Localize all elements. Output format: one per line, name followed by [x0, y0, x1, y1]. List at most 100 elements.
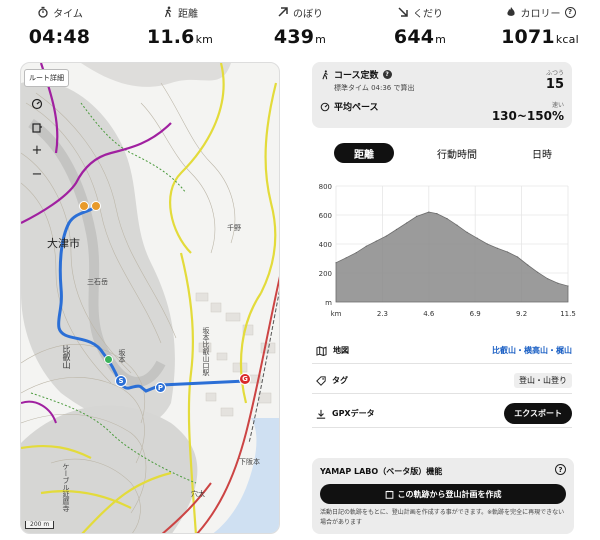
- course-title: コース定数: [334, 71, 379, 81]
- map-scale: 200 m: [25, 521, 55, 529]
- elevation-point: [476, 237, 478, 239]
- route-detail-button[interactable]: ルート詳細: [24, 69, 69, 87]
- map-label-hiei: 比叡山: [62, 345, 71, 369]
- stat-label: 距離: [178, 8, 198, 20]
- tag-icon: [316, 375, 326, 386]
- x-tick-label: 11.5: [560, 310, 576, 318]
- stat-value: 439: [273, 26, 315, 48]
- export-button[interactable]: エクスポート: [504, 403, 572, 424]
- stat-label: カロリー: [520, 8, 561, 20]
- stat-unit: km: [195, 33, 214, 46]
- x-tick-label: 2.3: [377, 310, 388, 318]
- map-row-label: 地図: [333, 346, 349, 355]
- stat-value: 04:48: [28, 26, 91, 48]
- speed-gauge-icon[interactable]: [24, 93, 50, 115]
- elevation-chart: m 200 400 600 800 km 2.3 4.6 6.9 9.2 11.5: [319, 183, 576, 318]
- map-row: 地図 比叡山・横高山・梶山: [312, 338, 572, 364]
- layers-icon[interactable]: [24, 117, 50, 139]
- elevation-point: [456, 224, 458, 226]
- map-label-station: 坂本比叡山口駅: [202, 327, 210, 376]
- elevation-point: [385, 235, 387, 237]
- stat-unit: kcal: [555, 33, 579, 46]
- stat-descent: くだり 644m: [360, 0, 480, 56]
- download-icon: [316, 409, 326, 419]
- speed-gauge-icon: [320, 102, 330, 111]
- elevation-point: [496, 247, 498, 249]
- tag-row: タグ 登山・山登り: [312, 368, 572, 394]
- tab-duration[interactable]: 行動時間: [427, 143, 487, 163]
- stat-value: 1071: [501, 26, 555, 48]
- tag-row-label: タグ: [332, 376, 348, 385]
- elevation-point: [436, 213, 438, 215]
- map-label-otsu: 大津市: [47, 237, 80, 250]
- tab-distance[interactable]: 距離: [334, 143, 394, 163]
- pace-speed-label: 速い: [551, 102, 564, 109]
- y-tick-label: 800: [319, 183, 332, 191]
- goal-marker[interactable]: G: [239, 373, 251, 385]
- elevation-point: [406, 222, 408, 224]
- elevation-point: [537, 271, 539, 273]
- map-icon: [316, 345, 327, 356]
- y-tick-label: 400: [319, 241, 332, 249]
- plan-icon: [385, 490, 393, 499]
- elevation-point: [416, 215, 418, 217]
- gpx-row-label: GPXデータ: [332, 409, 375, 418]
- x-tick-label: km: [331, 310, 342, 318]
- zoom-in-button[interactable]: +: [24, 139, 50, 161]
- elevation-point: [466, 231, 468, 233]
- stat-label: タイム: [53, 8, 83, 20]
- elevation-area: [335, 211, 569, 303]
- x-tick-label: 9.2: [516, 310, 527, 318]
- hiker-icon: [322, 69, 328, 79]
- stat-ascent: のぼり 439m: [240, 0, 360, 56]
- map-label-cable: ケーブル延暦寺: [62, 463, 70, 512]
- help-icon[interactable]: ?: [564, 6, 576, 18]
- stat-value: 644: [393, 26, 435, 48]
- help-icon[interactable]: ?: [555, 464, 566, 475]
- waypoint-marker[interactable]: [104, 355, 113, 364]
- labo-card: YAMAP LABO（ベータ版）機能 ? この軌跡から登山計画を作成 活動日記の…: [312, 458, 574, 534]
- elevation-point: [375, 240, 377, 242]
- difficulty-label: ふつう: [545, 70, 564, 77]
- elevation-point: [365, 245, 367, 247]
- x-tick-label: 4.6: [423, 310, 435, 318]
- elevation-point: [486, 243, 488, 245]
- map-link[interactable]: 比叡山・横高山・梶山: [492, 345, 572, 356]
- labo-note: 活動日記の軌跡をもとに、登山計画を作成する事ができます。※軌跡を完全に再現できな…: [320, 509, 565, 526]
- help-icon[interactable]: ?: [382, 70, 392, 79]
- elevation-point: [557, 282, 559, 284]
- course-card: コース定数 ? 標準タイム 04:36 で算出 ふつう 15 平均ペース 速い …: [312, 62, 572, 128]
- gpx-row: GPXデータ エクスポート: [312, 400, 572, 428]
- summit-marker[interactable]: [79, 201, 89, 211]
- y-tick-label: m: [325, 299, 332, 307]
- labo-title: YAMAP LABO（ベータ版）機能: [320, 467, 443, 476]
- elevation-point: [395, 228, 398, 231]
- stat-label: のぼり: [293, 8, 323, 20]
- x-tick-label: 6.9: [470, 310, 481, 318]
- create-plan-label: この軌跡から登山計画を作成: [397, 489, 502, 499]
- arrow-up-right-icon: [278, 7, 288, 17]
- stat-calorie: カロリー ? 1071kcal: [480, 0, 600, 56]
- map-label-sakamoto: 坂本: [118, 349, 126, 363]
- elevation-point: [547, 278, 549, 280]
- stat-value: 11.6: [146, 26, 195, 48]
- map-label-sannomine: 三石岳: [87, 278, 108, 286]
- standard-time: 標準タイム 04:36 で算出: [334, 84, 415, 92]
- tag-chip[interactable]: 登山・山登り: [514, 373, 572, 388]
- chart-tabs: 距離 行動時間 日時: [312, 140, 572, 166]
- y-tick-label: 600: [319, 212, 332, 220]
- elevation-point: [517, 256, 519, 258]
- zoom-out-button[interactable]: −: [24, 163, 50, 185]
- stats-bar: タイム 04:48 距離 11.6km のぼり 439m くだり 644m カロ…: [0, 0, 600, 56]
- summit-marker[interactable]: [91, 201, 101, 211]
- start-marker[interactable]: S: [115, 375, 127, 387]
- map-label-chiya: 千野: [227, 224, 241, 232]
- elevation-point: [446, 218, 448, 220]
- route-map[interactable]: 大津市 三石岳 比叡山 坂本比叡山口駅 千野 下阪本 穴太 坂本 ケーブル延暦寺…: [20, 62, 280, 534]
- stopwatch-icon: [38, 6, 48, 18]
- elevation-point: [355, 252, 357, 254]
- create-plan-button[interactable]: この軌跡から登山計画を作成: [320, 484, 566, 504]
- elevation-point: [345, 257, 347, 259]
- tab-datetime[interactable]: 日時: [522, 143, 562, 163]
- parking-marker[interactable]: P: [155, 382, 166, 393]
